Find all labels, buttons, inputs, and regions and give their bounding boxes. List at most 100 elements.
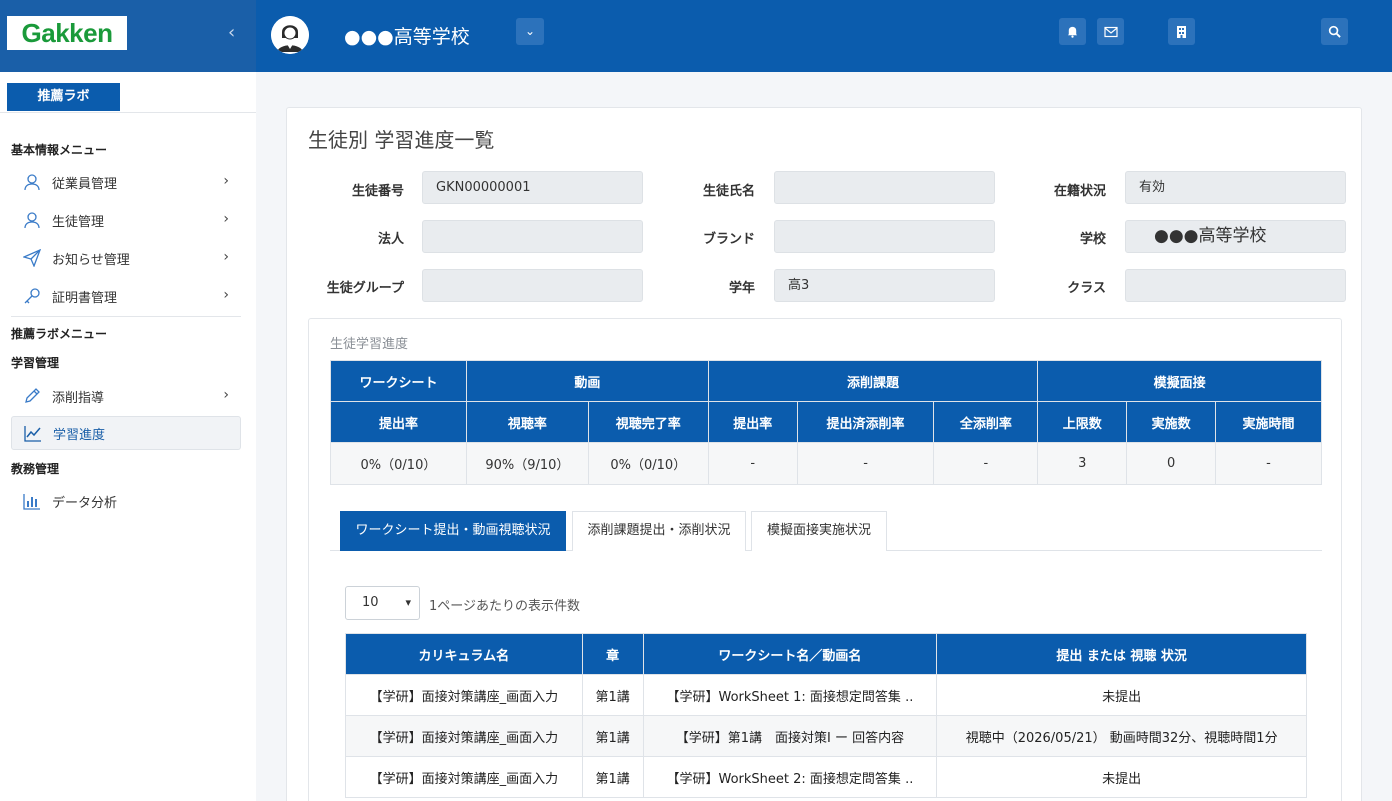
student-number-field: GKN00000001: [422, 171, 643, 204]
key-icon: [21, 285, 43, 307]
grade-label: 学年: [728, 281, 755, 296]
tab-mock-interview[interactable]: 模擬面接実施状況: [751, 511, 887, 551]
sidebar-item-label: 従業員管理: [52, 176, 118, 192]
table-cell[interactable]: 【学研】WorkSheet 2: 面接想定問答集 ..: [642, 756, 938, 798]
sidebar-item-label: お知らせ管理: [52, 252, 130, 268]
school-dropdown-button[interactable]: ⌄: [516, 18, 544, 45]
page-size-label: 1ページあたりの表示件数: [429, 599, 581, 614]
table-cell[interactable]: 【学研】第1講 面接対策Ⅰ ー 回答内容: [642, 715, 938, 757]
sidebar-item-employees[interactable]: 従業員管理 ›: [11, 165, 241, 199]
column-header: 提出率: [330, 401, 467, 443]
sidebar-item-progress[interactable]: 学習進度: [11, 416, 241, 450]
user-icon: [21, 209, 43, 231]
suisen-lab-button[interactable]: 推薦ラボ: [7, 83, 120, 111]
mail-button[interactable]: [1097, 18, 1124, 45]
school-label: 学校: [1079, 232, 1106, 247]
page-size-value: 10: [362, 595, 379, 610]
enrollment-status-label: 在籍状況: [1053, 184, 1106, 199]
lab-menu-title: 推薦ラボメニュー: [11, 327, 108, 341]
table-cell: 【学研】面接対策講座_画面入力: [345, 715, 583, 757]
chevron-down-icon: ▾: [405, 596, 411, 609]
tab-worksheet-video[interactable]: ワークシート提出・動画視聴状況: [340, 511, 566, 551]
sidebar-divider: [11, 316, 241, 317]
column-header[interactable]: 章: [581, 633, 644, 675]
mail-icon: [1103, 26, 1118, 37]
gakken-logo[interactable]: Gakken: [7, 16, 127, 50]
student-name-field: [774, 171, 995, 204]
study-section-title: 学習管理: [11, 356, 60, 370]
table-cell: -: [1215, 442, 1322, 485]
building-button[interactable]: [1168, 18, 1195, 45]
sidebar-item-data-analysis[interactable]: データ分析: [11, 484, 241, 518]
search-button[interactable]: [1321, 18, 1348, 45]
school-name: ●●●高等学校: [344, 26, 470, 48]
table-cell[interactable]: 【学研】WorkSheet 1: 面接想定問答集 ..: [642, 674, 938, 716]
paper-plane-icon: [21, 247, 43, 269]
student-name-label: 生徒氏名: [702, 184, 755, 199]
main-card: 生徒別 学習進度一覧 生徒番号 GKN00000001 生徒氏名 在籍状況 有効…: [286, 107, 1362, 801]
logo-bar: Gakken ‹: [0, 0, 256, 72]
sidebar: Gakken ‹ 推薦ラボ 基本情報メニュー 従業員管理 › 生徒管理 › お知…: [0, 0, 256, 801]
chevron-right-icon: ›: [223, 387, 229, 403]
column-header: 視聴率: [465, 401, 589, 443]
table-cell: 【学研】面接対策講座_画面入力: [345, 674, 583, 716]
column-header: 実施数: [1126, 401, 1217, 443]
corporation-field: [422, 220, 643, 253]
table-cell: 第1講: [581, 756, 644, 798]
table-cell: 3: [1037, 442, 1128, 485]
table-row: 【学研】面接対策講座_画面入力 第1講 【学研】第1講 面接対策Ⅰ ー 回答内容…: [345, 715, 1307, 757]
table-cell: 未提出: [936, 756, 1307, 798]
table-cell: 第1講: [581, 674, 644, 716]
sidebar-item-students[interactable]: 生徒管理 ›: [11, 203, 241, 237]
table-cell: 90%（9/10）: [465, 442, 589, 485]
column-header[interactable]: 提出 または 視聴 状況: [936, 633, 1307, 675]
building-icon: [1177, 25, 1186, 38]
collapse-sidebar-icon[interactable]: ‹: [228, 22, 235, 43]
table-row: 【学研】面接対策講座_画面入力 第1講 【学研】WorkSheet 1: 面接想…: [345, 674, 1307, 716]
tab-correction-assignments[interactable]: 添削課題提出・添削状況: [572, 511, 746, 551]
lab-row: 推薦ラボ: [0, 72, 256, 113]
table-cell: 未提出: [936, 674, 1307, 716]
worksheet-status-table: カリキュラム名 章 ワークシート名／動画名 提出 または 視聴 状況 【学研】面…: [345, 633, 1307, 798]
bell-button[interactable]: [1059, 18, 1086, 45]
corporation-label: 法人: [377, 232, 404, 247]
table-cell: -: [933, 442, 1039, 485]
bar-chart-icon: [21, 490, 43, 512]
sidebar-item-label: データ分析: [52, 495, 118, 511]
progress-summary-table: ワークシート 動画 添削課題 模擬面接 提出率 視聴率 視聴完了率 提出率 提出…: [330, 360, 1322, 485]
column-header: 提出率: [707, 401, 798, 443]
table-cell: 第1講: [581, 715, 644, 757]
sidebar-item-notices[interactable]: お知らせ管理 ›: [11, 241, 241, 275]
table-row: 【学研】面接対策講座_画面入力 第1講 【学研】WorkSheet 2: 面接想…: [345, 756, 1307, 798]
table-cell: 0%（0/10）: [587, 442, 709, 485]
tab-bar: ワークシート提出・動画視聴状況 添削課題提出・添削状況 模擬面接実施状況: [330, 511, 1322, 551]
pencil-icon: [21, 385, 43, 407]
enrollment-status-field: 有効: [1125, 171, 1346, 204]
table-row: 0%（0/10） 90%（9/10） 0%（0/10） - - - 3 0 -: [330, 442, 1322, 485]
column-header: 全添削率: [933, 401, 1039, 443]
grade-field: 高3: [774, 269, 995, 302]
bell-icon: [1067, 26, 1078, 38]
progress-panel-title: 生徒学習進度: [330, 337, 409, 352]
progress-panel: 生徒学習進度 ワークシート 動画 添削課題 模擬面接 提出率 視聴率 視聴完了率…: [308, 318, 1342, 801]
user-icon: [21, 171, 43, 193]
avatar[interactable]: [271, 16, 309, 54]
sidebar-item-label: 生徒管理: [52, 214, 105, 230]
column-header[interactable]: ワークシート名／動画名: [642, 633, 938, 675]
group-header: ワークシート: [330, 360, 467, 402]
class-label: クラス: [1067, 281, 1106, 296]
sidebar-item-correction[interactable]: 添削指導 ›: [11, 379, 241, 413]
line-chart-icon: [22, 422, 44, 444]
table-cell: -: [796, 442, 935, 485]
column-header[interactable]: カリキュラム名: [345, 633, 583, 675]
school-field: ●●●高等学校: [1125, 220, 1346, 253]
page-size-select[interactable]: 10 ▾: [345, 586, 420, 620]
brand-label: ブランド: [702, 232, 755, 247]
group-header: 模擬面接: [1037, 360, 1322, 402]
chevron-right-icon: ›: [223, 211, 229, 227]
table-cell: 視聴中（2026/05/21） 動画時間32分、視聴時間1分: [936, 715, 1307, 757]
chevron-right-icon: ›: [223, 173, 229, 189]
sidebar-item-certificates[interactable]: 証明書管理 ›: [11, 279, 241, 313]
column-header: 上限数: [1037, 401, 1128, 443]
basic-menu-title: 基本情報メニュー: [11, 143, 108, 157]
